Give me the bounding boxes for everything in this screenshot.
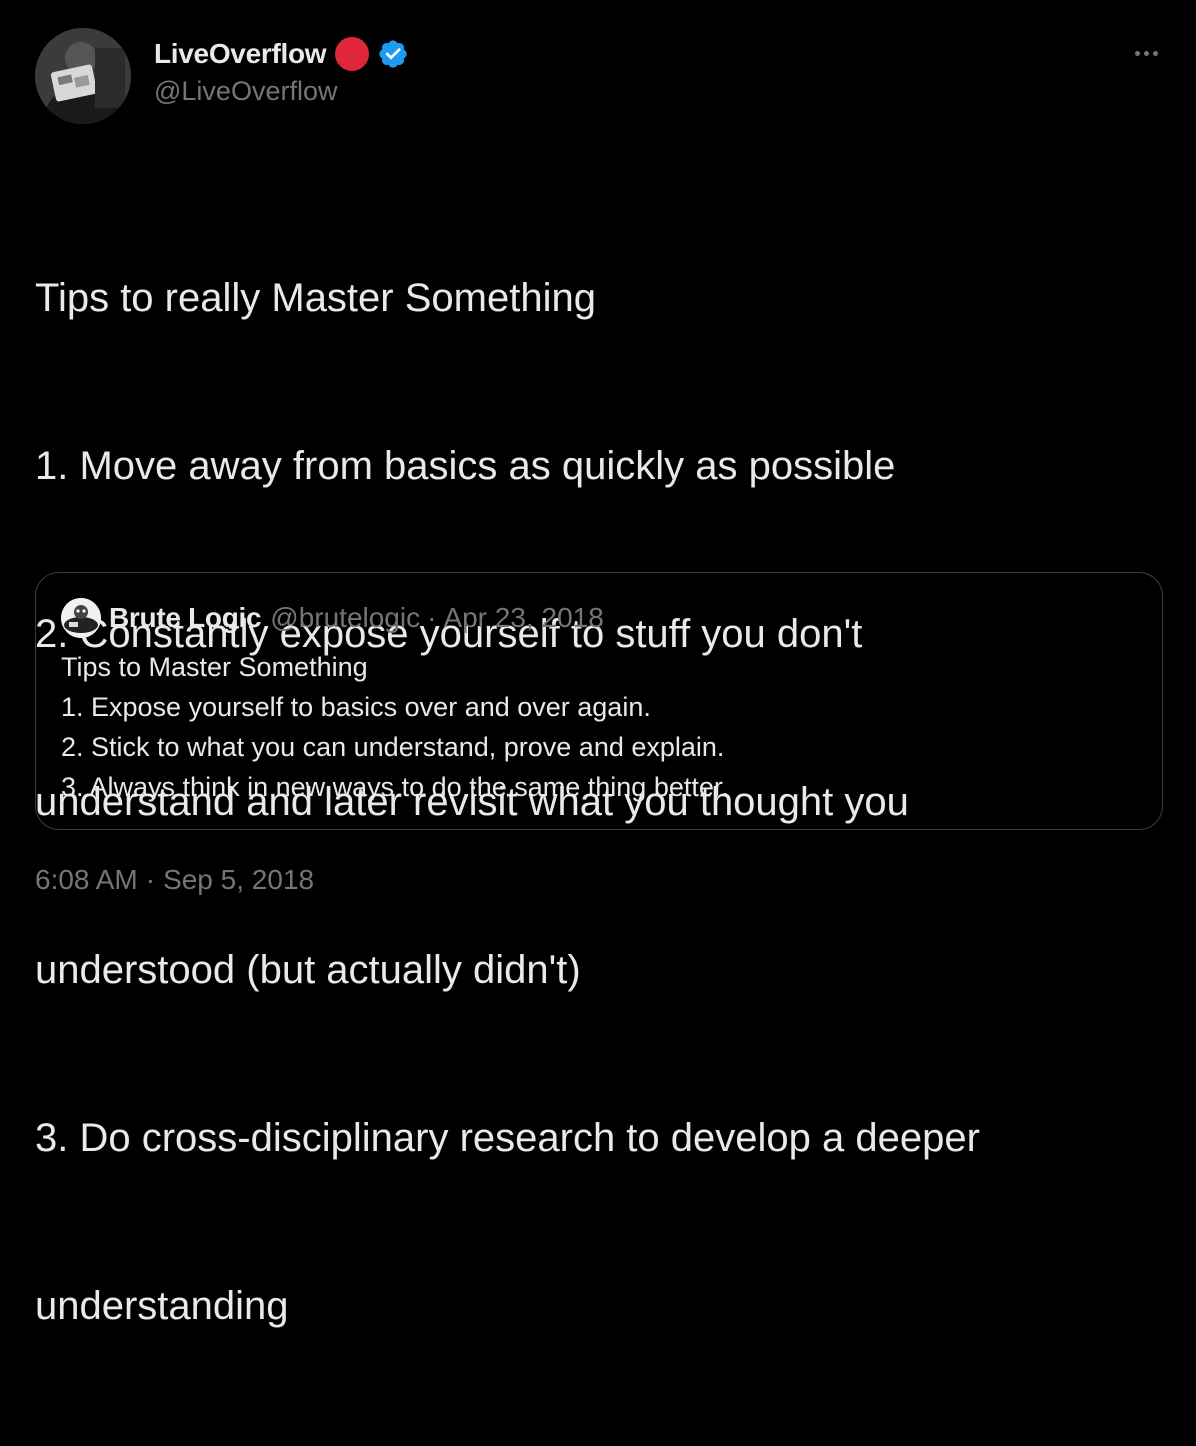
tweet-text-line: 3. Do cross-disciplinary research to dev…: [35, 1116, 980, 1160]
live-badge-icon: [335, 37, 370, 71]
quoted-author-avatar[interactable]: [61, 598, 101, 638]
quoted-separator: ·: [427, 602, 437, 633]
quoted-text-line: 2. Stick to what you can understand, pro…: [61, 732, 725, 762]
more-horizontal-icon: [1152, 50, 1158, 56]
quoted-author-handle[interactable]: @brutelogic: [270, 602, 420, 634]
profile-photo-icon: [35, 28, 131, 124]
tweet-date: Sep 5, 2018: [163, 864, 315, 895]
tweet-text-line: Tips to really Master Something: [35, 276, 596, 320]
quoted-text-line: Tips to Master Something: [61, 652, 368, 682]
quoted-text-line: 1. Expose yourself to basics over and ov…: [61, 692, 651, 722]
quoted-tweet-header: Brute Logic @brutelogic · Apr 23, 2018: [61, 595, 604, 641]
quoted-author-name[interactable]: Brute Logic: [109, 602, 262, 634]
more-horizontal-icon: [1143, 50, 1149, 56]
tweet-card: LiveOverflow @LiveOverflow Tips to reall…: [0, 0, 1196, 1328]
timestamp-separator: ·: [145, 864, 156, 895]
tweet-timestamp[interactable]: 6:08 AM · Sep 5, 2018: [35, 864, 314, 896]
quoted-tweet-text: Tips to Master Something 1. Expose yours…: [61, 647, 1141, 807]
quoted-tweet[interactable]: Brute Logic @brutelogic · Apr 23, 2018 T…: [35, 572, 1163, 830]
tweet-time: 6:08 AM: [35, 864, 138, 895]
author-name[interactable]: LiveOverflow: [154, 38, 327, 70]
tweet-text-line: understanding: [35, 1284, 289, 1328]
tweet-text-line: understood (but actually didn't): [35, 948, 581, 992]
verified-badge-icon: [379, 40, 407, 68]
author-avatar[interactable]: [35, 28, 131, 124]
quoted-text-line: 3. Always think in new ways to do the sa…: [61, 772, 729, 802]
profile-photo-icon: [61, 598, 101, 638]
author-name-row: LiveOverflow: [154, 34, 409, 74]
more-horizontal-icon: [1134, 50, 1140, 56]
more-options-button[interactable]: [1126, 40, 1166, 66]
quoted-date[interactable]: Apr 23, 2018: [443, 602, 603, 634]
author-handle[interactable]: @LiveOverflow: [154, 76, 337, 107]
tweet-text-line: 1. Move away from basics as quickly as p…: [35, 444, 896, 488]
